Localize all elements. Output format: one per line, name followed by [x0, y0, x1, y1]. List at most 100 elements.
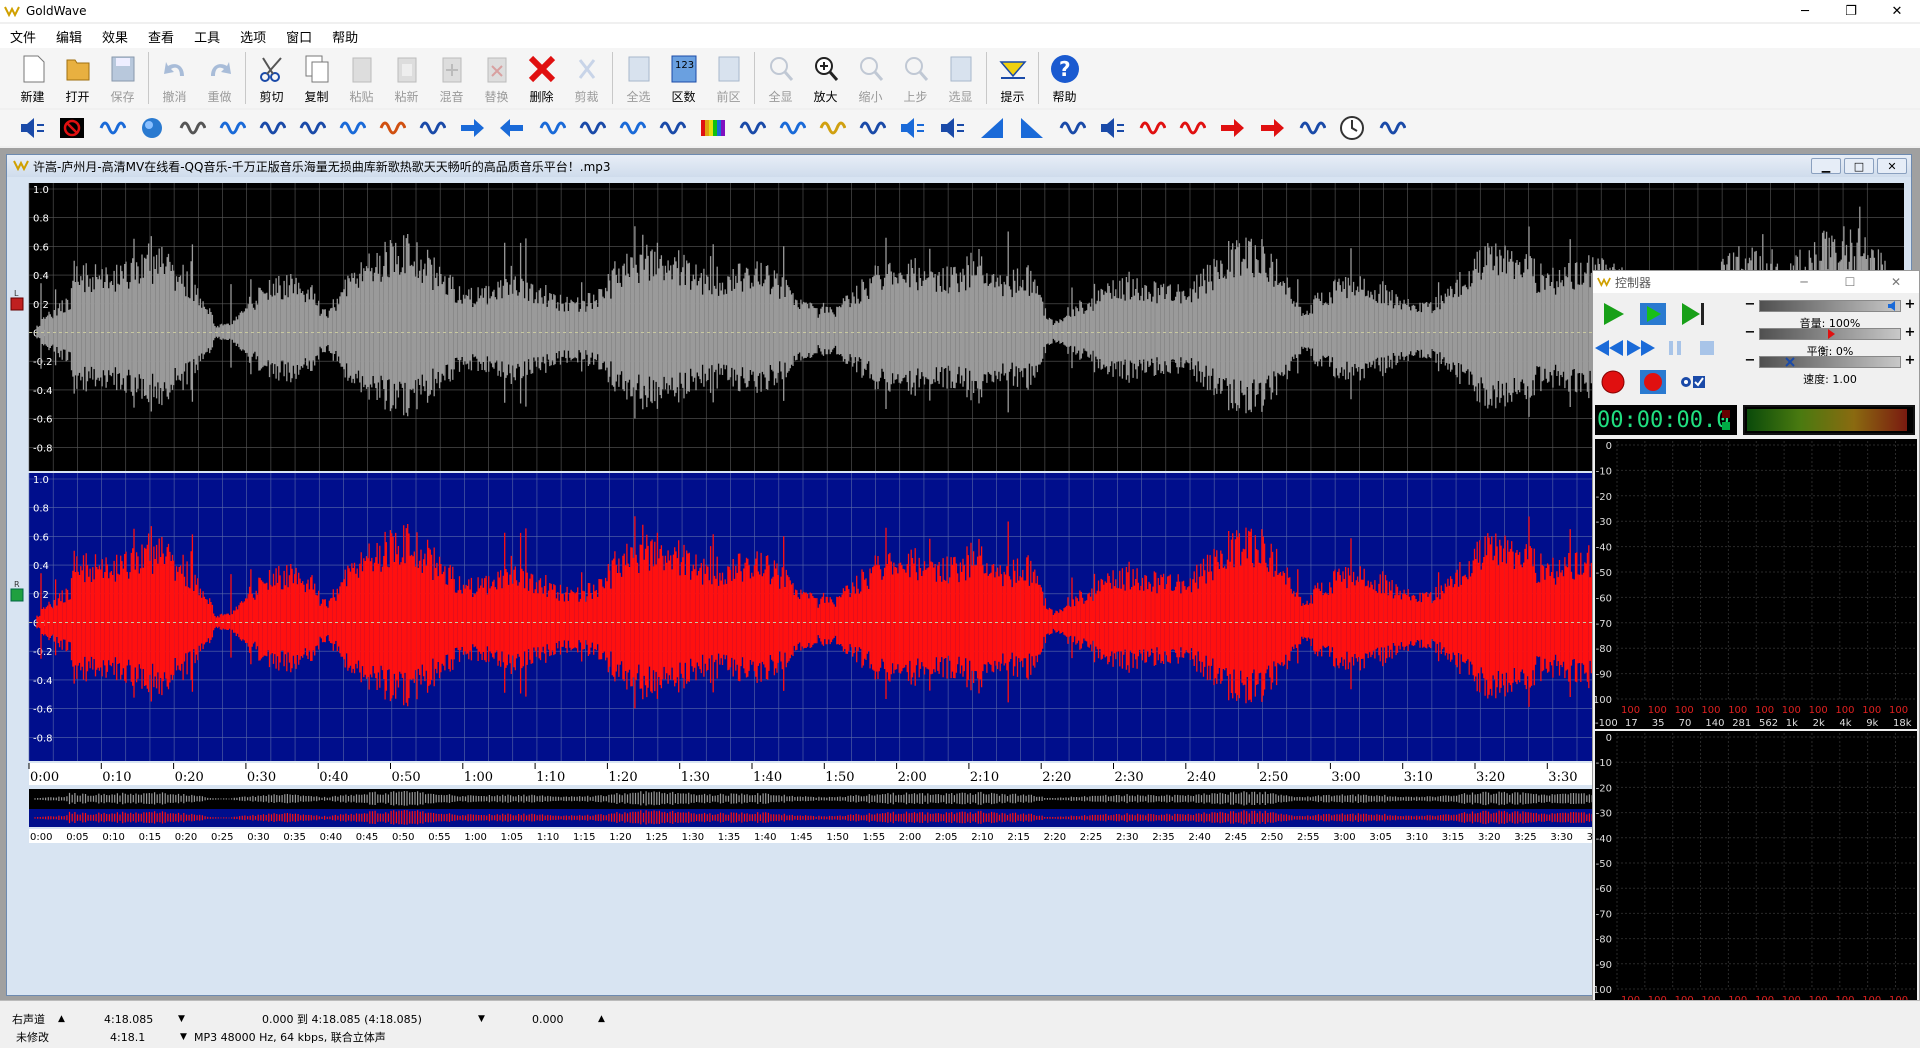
doc-maximize-button[interactable]: □ — [1844, 158, 1874, 174]
position-up-arrow-icon[interactable]: ▲ — [598, 1014, 605, 1024]
speed-decrease-button[interactable]: − — [1743, 354, 1757, 369]
speed-slider[interactable]: − + — [1743, 354, 1917, 369]
effect-button-speaker-marker[interactable] — [1092, 112, 1132, 144]
duration-down-arrow-icon[interactable]: ▼ — [178, 1014, 185, 1024]
fast-forward-button[interactable] — [1625, 333, 1657, 363]
toolbar-button-delete[interactable]: 删除 — [519, 48, 564, 106]
toolbar-button-scissors[interactable]: 剪切 — [249, 48, 294, 106]
selection-down-arrow-icon[interactable]: ▼ — [478, 1014, 485, 1024]
pause-button[interactable] — [1659, 333, 1691, 363]
effect-button-speaker[interactable] — [892, 112, 932, 144]
effect-button-spectrum[interactable] — [692, 112, 732, 144]
effect-button-chat[interactable] — [1372, 112, 1412, 144]
controller-minimize-button[interactable]: ─ — [1781, 271, 1827, 293]
speed-increase-button[interactable]: + — [1903, 354, 1917, 369]
record-selection-button[interactable] — [1637, 367, 1669, 397]
effect-button-volume[interactable] — [12, 112, 52, 144]
play-to-end-button[interactable] — [1677, 299, 1709, 329]
effect-button-filter[interactable] — [412, 112, 452, 144]
effect-button-speaker-level[interactable] — [932, 112, 972, 144]
record-button[interactable] — [1597, 367, 1629, 397]
effect-button-fade-in[interactable] — [972, 112, 1012, 144]
channel-up-arrow-icon[interactable]: ▲ — [58, 1014, 65, 1024]
effect-button-insert-silence[interactable] — [772, 112, 812, 144]
toolbar-button-redo[interactable]: 重做 — [197, 48, 242, 106]
toolbar-button-previous-zoom[interactable]: 上步 — [893, 48, 938, 106]
toolbar-button-zoom-in[interactable]: 放大 — [803, 48, 848, 106]
effect-button-offset[interactable] — [532, 112, 572, 144]
toolbar-button-replace[interactable]: 替换 — [474, 48, 519, 106]
balance-decrease-button[interactable]: − — [1743, 326, 1757, 341]
toolbar-button-select-all[interactable]: 全选 — [616, 48, 661, 106]
effect-button-maximize-volume[interactable] — [92, 112, 132, 144]
effect-button-left-arrow[interactable] — [1212, 112, 1252, 144]
toolbar-button-paste[interactable]: 粘贴 — [339, 48, 384, 106]
effect-button-spectrum-filter[interactable] — [652, 112, 692, 144]
toolbar-button-save[interactable]: 保存 — [100, 48, 145, 106]
effect-button-compressor[interactable] — [612, 112, 652, 144]
toolbar-button-show-all[interactable]: 全显 — [758, 48, 803, 106]
balance-increase-button[interactable]: + — [1903, 326, 1917, 341]
effect-button-stereo[interactable] — [732, 112, 772, 144]
effect-button-back[interactable] — [492, 112, 532, 144]
menu-help[interactable]: 帮助 — [328, 27, 374, 46]
toolbar-button-zoom-out[interactable]: 缩小 — [848, 48, 893, 106]
effect-button-equalizer[interactable] — [372, 112, 412, 144]
toolbar-button-previous-region[interactable]: 前区 — [706, 48, 751, 106]
effect-button-eraser[interactable] — [1132, 112, 1172, 144]
monitor-toggle-button[interactable] — [1677, 367, 1709, 397]
play-button[interactable] — [1597, 299, 1629, 329]
minimize-button[interactable]: ─ — [1782, 0, 1828, 22]
right-channel-marker[interactable]: R — [10, 580, 24, 602]
rewind-button[interactable] — [1593, 333, 1625, 363]
effect-button-noise-reduction[interactable] — [1172, 112, 1212, 144]
menu-options[interactable]: 选项 — [236, 27, 282, 46]
menu-tools[interactable]: 工具 — [190, 27, 236, 46]
effect-button-mute[interactable] — [52, 112, 92, 144]
toolbar-button-mix[interactable]: 混音 — [429, 48, 474, 106]
effect-button-mechanize[interactable] — [332, 112, 372, 144]
toolbar-button-new-file[interactable]: 新建 — [10, 48, 55, 106]
format-down-arrow-icon[interactable]: ▼ — [180, 1032, 187, 1042]
effect-button-forward[interactable] — [452, 112, 492, 144]
toolbar-button-copy[interactable]: 复制 — [294, 48, 339, 106]
left-channel-marker[interactable]: L — [10, 289, 24, 311]
menu-view[interactable]: 查看 — [144, 27, 190, 46]
toolbar-button-trim[interactable]: 剪裁 — [564, 48, 609, 106]
close-button[interactable]: ✕ — [1874, 0, 1920, 22]
toolbar-button-open-folder[interactable]: 打开 — [55, 48, 100, 106]
toolbar-button-zoom-selection[interactable]: 选显 — [938, 48, 983, 106]
toolbar-button-help[interactable]: ? 帮助 — [1042, 48, 1087, 106]
status-channel[interactable]: 右声道 — [12, 1011, 45, 1027]
controller-close-button[interactable]: ✕ — [1873, 271, 1919, 293]
volume-decrease-button[interactable]: − — [1743, 298, 1757, 313]
effect-button-mixer[interactable] — [572, 112, 612, 144]
effect-button-reverse[interactable] — [292, 112, 332, 144]
effect-button-alert[interactable] — [1052, 112, 1092, 144]
menu-edit[interactable]: 编辑 — [52, 27, 98, 46]
effect-button-clock[interactable] — [1332, 112, 1372, 144]
balance-slider[interactable]: − + — [1743, 326, 1917, 341]
menu-file[interactable]: 文件 — [6, 27, 52, 46]
menu-window[interactable]: 窗口 — [282, 27, 328, 46]
effect-button-marker-start[interactable] — [852, 112, 892, 144]
effect-button-noise[interactable] — [172, 112, 212, 144]
effect-button-cue-palette[interactable] — [812, 112, 852, 144]
effect-button-pitch[interactable] — [252, 112, 292, 144]
effect-button-doppler[interactable] — [212, 112, 252, 144]
play-selection-button[interactable] — [1637, 299, 1669, 329]
toolbar-button-undo[interactable]: 撤消 — [152, 48, 197, 106]
toolbar-button-cue[interactable]: 提示 — [990, 48, 1035, 106]
doc-close-button[interactable]: ✕ — [1877, 158, 1907, 174]
volume-slider[interactable]: − + — [1743, 298, 1917, 313]
volume-increase-button[interactable]: + — [1903, 298, 1917, 313]
menu-effects[interactable]: 效果 — [98, 27, 144, 46]
effect-button-channel[interactable] — [1292, 112, 1332, 144]
toolbar-button-paste-new[interactable]: 粘新 — [384, 48, 429, 106]
maximize-button[interactable]: ❐ — [1828, 0, 1874, 22]
controller-maximize-button[interactable]: ☐ — [1827, 271, 1873, 293]
effect-button-right-arrow[interactable] — [1252, 112, 1292, 144]
effect-button-echo[interactable] — [132, 112, 172, 144]
toolbar-button-region-count[interactable]: 123 区数 — [661, 48, 706, 106]
doc-minimize-button[interactable]: ▁ — [1811, 158, 1841, 174]
